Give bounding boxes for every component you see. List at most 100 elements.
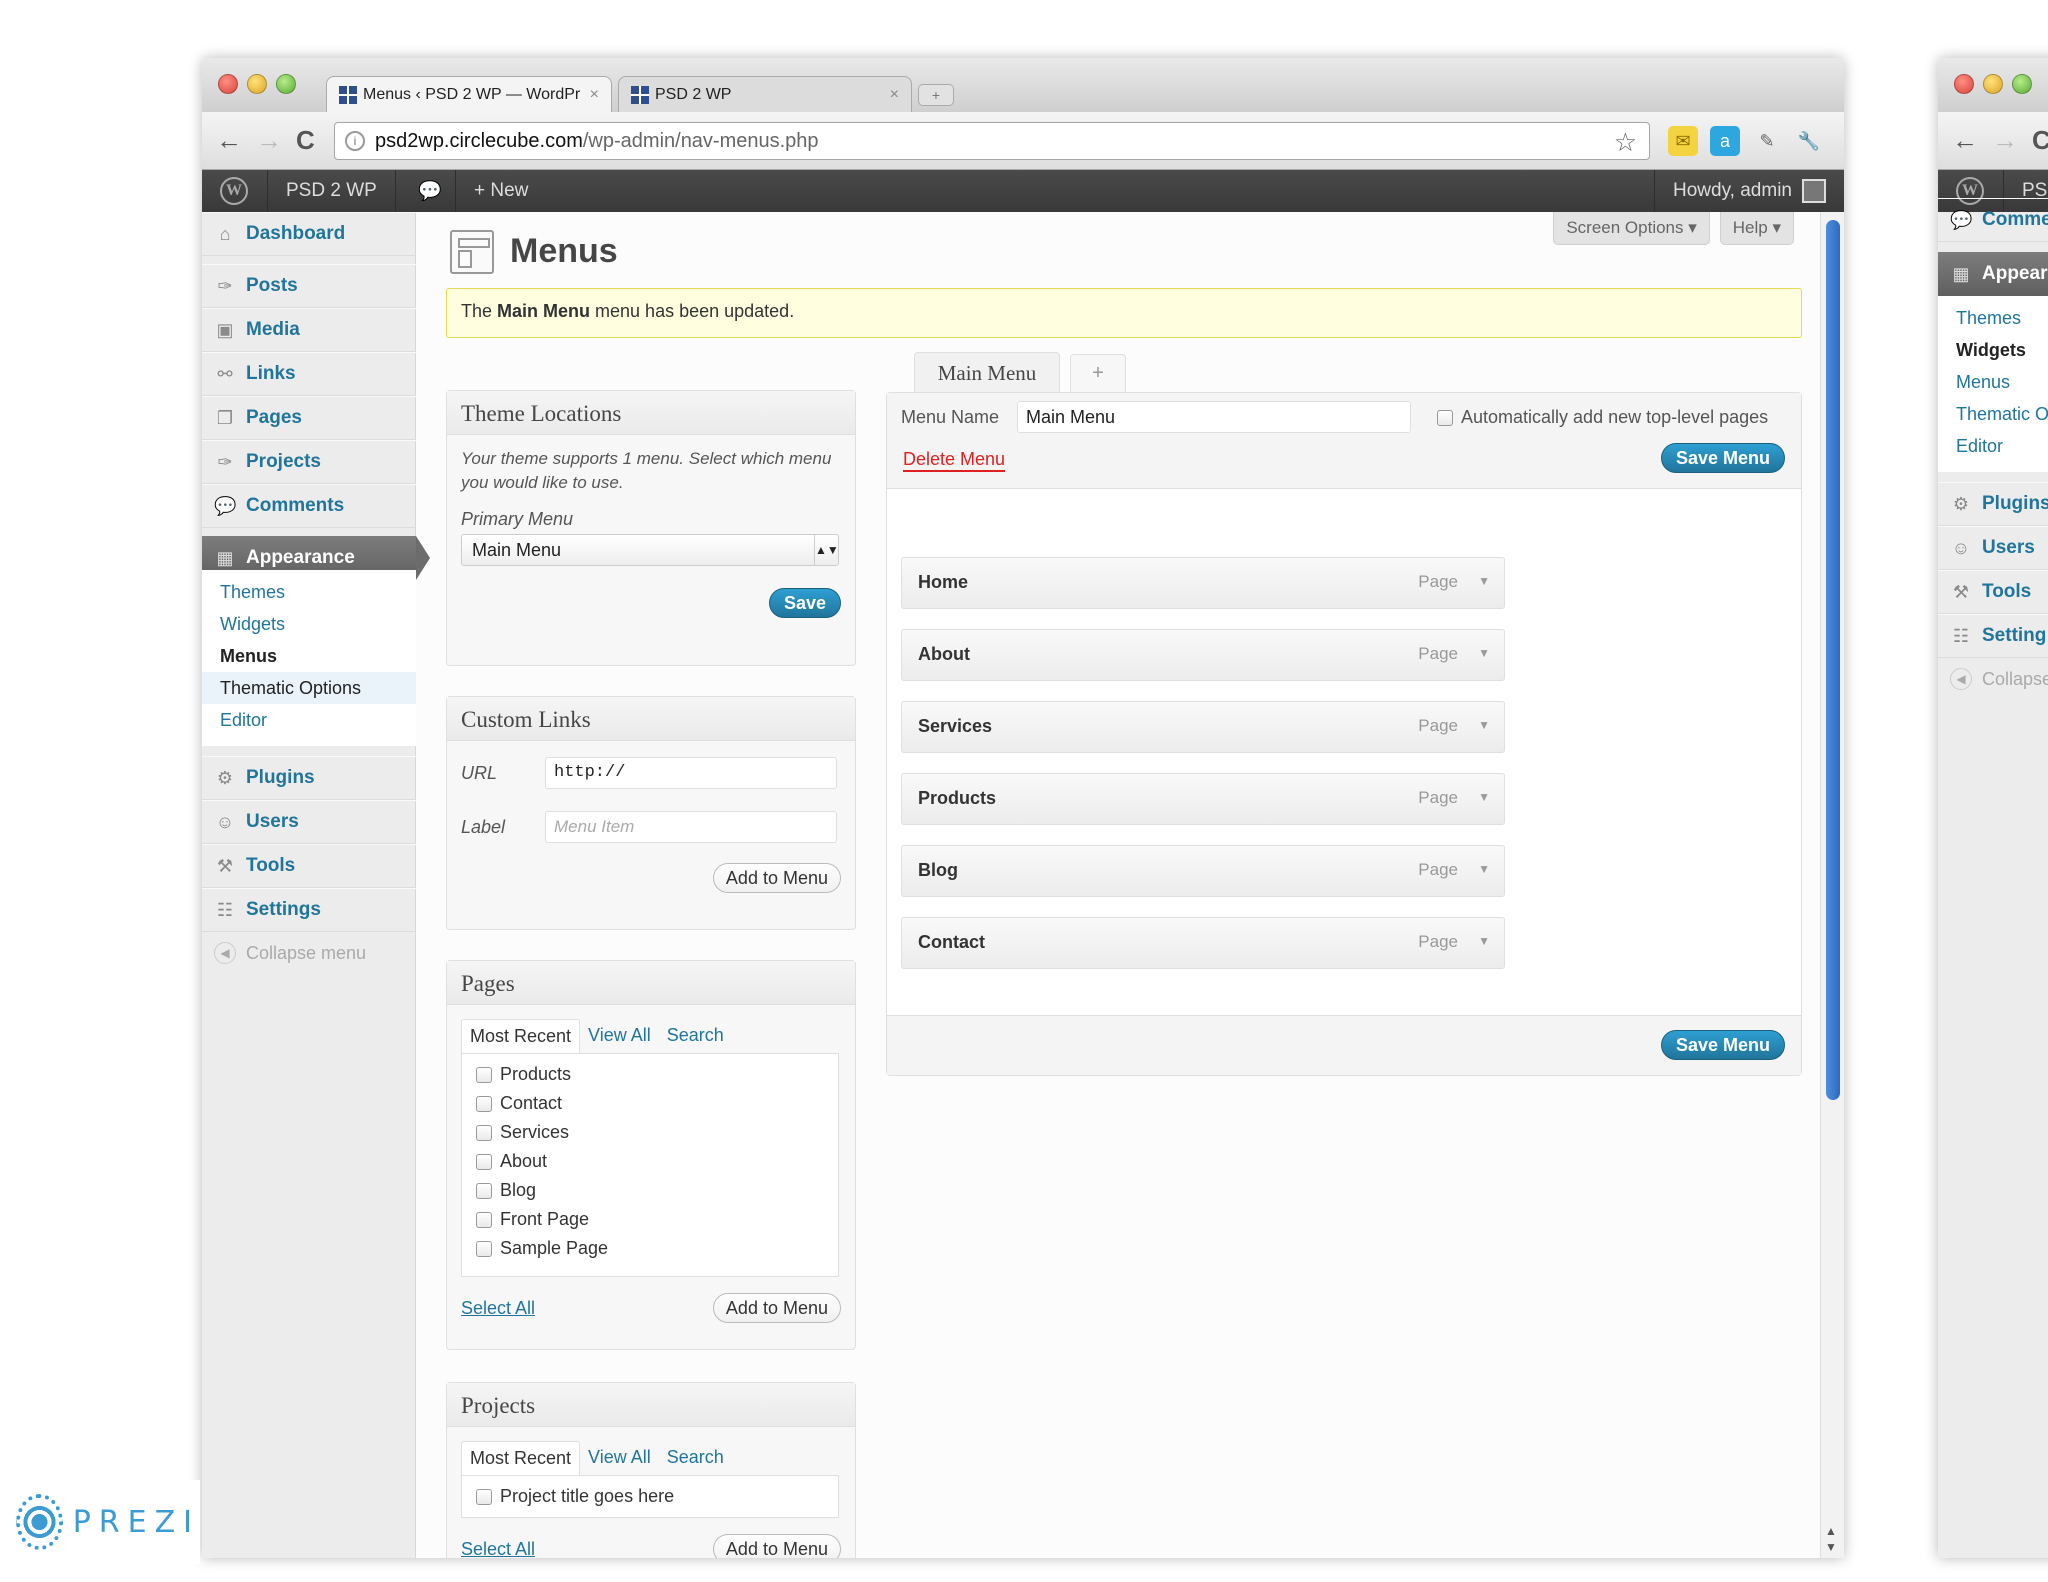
list-item[interactable]: Blog bbox=[476, 1176, 824, 1205]
scroll-down-arrow-icon[interactable]: ▼ bbox=[1825, 1540, 1837, 1554]
add-custom-link-button[interactable]: Add to Menu bbox=[712, 863, 841, 893]
tab-close-icon[interactable]: × bbox=[590, 86, 599, 104]
eyedropper-icon[interactable]: ✎ bbox=[1752, 126, 1782, 156]
tab-most-recent[interactable]: Most Recent bbox=[461, 1019, 581, 1053]
list-item[interactable]: Contact bbox=[476, 1089, 824, 1118]
tab-search[interactable]: Search bbox=[659, 1019, 732, 1053]
checkbox[interactable] bbox=[476, 1211, 492, 1228]
list-item[interactable]: Project title goes here bbox=[476, 1482, 824, 1511]
menu-item-home[interactable]: Home Page ▼ bbox=[901, 557, 1505, 609]
sidebar-item-dashboard[interactable]: ⌂ Dashboard bbox=[202, 212, 416, 256]
sidebar-item-plugins[interactable]: ⚙ Plugins bbox=[1938, 482, 2048, 526]
help-button[interactable]: Help ▾ bbox=[1719, 212, 1794, 245]
menu-item-contact[interactable]: Contact Page ▼ bbox=[901, 917, 1505, 969]
list-item[interactable]: About bbox=[476, 1147, 824, 1176]
list-item[interactable]: Products bbox=[476, 1060, 824, 1089]
primary-menu-select[interactable]: Main Menu ▲▼ bbox=[461, 534, 839, 566]
address-bar[interactable]: i psd2wp.circlecube.com /wp-admin/nav-me… bbox=[334, 122, 1650, 160]
scroll-up-arrow-icon[interactable]: ▲ bbox=[1825, 1524, 1837, 1538]
wp-logo-menu[interactable]: W bbox=[202, 170, 268, 212]
sidebar-item-pages[interactable]: ❐ Pages bbox=[202, 396, 416, 440]
mail-icon[interactable]: ✉ bbox=[1668, 126, 1698, 156]
scrollbar-thumb[interactable] bbox=[1826, 220, 1840, 1100]
checkbox[interactable] bbox=[476, 1182, 492, 1199]
checkbox[interactable] bbox=[476, 1066, 492, 1083]
save-locations-button[interactable]: Save bbox=[768, 588, 841, 618]
menu-name-input[interactable]: Main Menu bbox=[1017, 401, 1411, 433]
expand-arrow-icon[interactable]: ▼ bbox=[1478, 862, 1490, 876]
submenu-item-menus[interactable]: Menus bbox=[1938, 366, 2048, 398]
save-menu-button-top[interactable]: Save Menu bbox=[1660, 443, 1785, 473]
checkbox[interactable] bbox=[476, 1488, 492, 1505]
sidebar-item-media[interactable]: ▣ Media bbox=[202, 308, 416, 352]
account-menu[interactable]: Howdy, admin bbox=[1654, 170, 1844, 212]
sidebar-item-users[interactable]: ☺ Users bbox=[1938, 526, 2048, 570]
sidebar-item-appearance[interactable]: ▦ Appeara bbox=[1938, 252, 2048, 296]
screen-options-button[interactable]: Screen Options ▾ bbox=[1553, 212, 1710, 245]
page-info-icon[interactable]: i bbox=[345, 131, 365, 151]
back-arrow-icon[interactable]: ← bbox=[1952, 126, 1978, 154]
expand-arrow-icon[interactable]: ▼ bbox=[1478, 718, 1490, 732]
auto-add-checkbox[interactable] bbox=[1437, 409, 1453, 426]
browser-tab-menus[interactable]: Menus ‹ PSD 2 WP — WordPr × bbox=[326, 76, 612, 112]
submenu-item-themes[interactable]: Themes bbox=[1938, 302, 2048, 334]
tab-view-all[interactable]: View All bbox=[580, 1019, 659, 1053]
minimize-window-button[interactable] bbox=[247, 74, 267, 94]
a-icon[interactable]: a bbox=[1710, 126, 1740, 156]
checkbox[interactable] bbox=[476, 1095, 492, 1112]
site-name-link[interactable]: PSD 2 WP bbox=[268, 170, 396, 212]
projects-box-title[interactable]: Projects bbox=[447, 1383, 855, 1427]
add-pages-button[interactable]: Add to Menu bbox=[712, 1293, 841, 1323]
close-window-button[interactable] bbox=[1954, 74, 1974, 94]
checkbox[interactable] bbox=[476, 1124, 492, 1141]
submenu-item-thematic-options[interactable]: Thematic O bbox=[1938, 398, 2048, 430]
submenu-item-menus[interactable]: Menus bbox=[202, 640, 416, 672]
expand-arrow-icon[interactable]: ▼ bbox=[1478, 646, 1490, 660]
tab-view-all[interactable]: View All bbox=[580, 1441, 659, 1475]
list-item[interactable]: Sample Page bbox=[476, 1234, 824, 1263]
bookmark-star-icon[interactable]: ☆ bbox=[1614, 127, 1637, 158]
save-menu-button-bottom[interactable]: Save Menu bbox=[1660, 1030, 1785, 1060]
menu-item-blog[interactable]: Blog Page ▼ bbox=[901, 845, 1505, 897]
checkbox[interactable] bbox=[476, 1153, 492, 1170]
label-input[interactable]: Menu Item bbox=[545, 811, 837, 843]
url-input[interactable]: http:// bbox=[545, 757, 837, 789]
tab-search[interactable]: Search bbox=[659, 1441, 732, 1475]
sidebar-item-links[interactable]: ⚯ Links bbox=[202, 352, 416, 396]
forward-arrow-icon[interactable]: → bbox=[1992, 126, 2018, 154]
submenu-item-thematic-options[interactable]: Thematic Options bbox=[202, 672, 416, 704]
custom-links-title[interactable]: Custom Links bbox=[447, 697, 855, 741]
wrench-icon[interactable]: 🔧 bbox=[1794, 126, 1824, 156]
list-item[interactable]: Services bbox=[476, 1118, 824, 1147]
tab-main-menu[interactable]: Main Menu bbox=[914, 352, 1060, 392]
comments-bubble-icon[interactable]: 💬 bbox=[400, 170, 456, 212]
reload-icon[interactable]: C bbox=[296, 126, 315, 154]
auto-add-pages-option[interactable]: Automatically add new top-level pages bbox=[1437, 407, 1768, 428]
sidebar-item-plugins[interactable]: ⚙ Plugins bbox=[202, 756, 416, 800]
zoom-window-button[interactable] bbox=[2012, 74, 2032, 94]
reload-icon[interactable]: C bbox=[2032, 126, 2048, 154]
sidebar-item-projects[interactable]: ✑ Projects bbox=[202, 440, 416, 484]
sidebar-item-tools[interactable]: ⚒ Tools bbox=[1938, 570, 2048, 614]
sidebar-item-users[interactable]: ☺ Users bbox=[202, 800, 416, 844]
menu-item-services[interactable]: Services Page ▼ bbox=[901, 701, 1505, 753]
submenu-item-widgets[interactable]: Widgets bbox=[1938, 334, 2048, 366]
select-all-link[interactable]: Select All bbox=[461, 1298, 535, 1319]
zoom-window-button[interactable] bbox=[276, 74, 296, 94]
collapse-menu-button[interactable]: ◀ Collapse menu bbox=[214, 942, 366, 964]
submenu-item-widgets[interactable]: Widgets bbox=[202, 608, 416, 640]
new-tab-button[interactable]: + bbox=[918, 84, 954, 106]
sidebar-item-posts[interactable]: ✑ Posts bbox=[202, 264, 416, 308]
add-menu-tab[interactable]: + bbox=[1070, 354, 1126, 392]
sidebar-item-tools[interactable]: ⚒ Tools bbox=[202, 844, 416, 888]
sidebar-item-comments[interactable]: 💬 Comme bbox=[1938, 198, 2048, 242]
new-content-link[interactable]: + New bbox=[456, 170, 546, 212]
expand-arrow-icon[interactable]: ▼ bbox=[1478, 574, 1490, 588]
tab-close-icon[interactable]: × bbox=[890, 86, 899, 104]
pages-box-title[interactable]: Pages bbox=[447, 961, 855, 1005]
sidebar-item-settings[interactable]: ☷ Settings bbox=[202, 888, 416, 932]
expand-arrow-icon[interactable]: ▼ bbox=[1478, 790, 1490, 804]
back-arrow-icon[interactable]: ← bbox=[216, 126, 242, 154]
expand-arrow-icon[interactable]: ▼ bbox=[1478, 934, 1490, 948]
browser-tab-psd2wp[interactable]: PSD 2 WP × bbox=[618, 76, 912, 112]
